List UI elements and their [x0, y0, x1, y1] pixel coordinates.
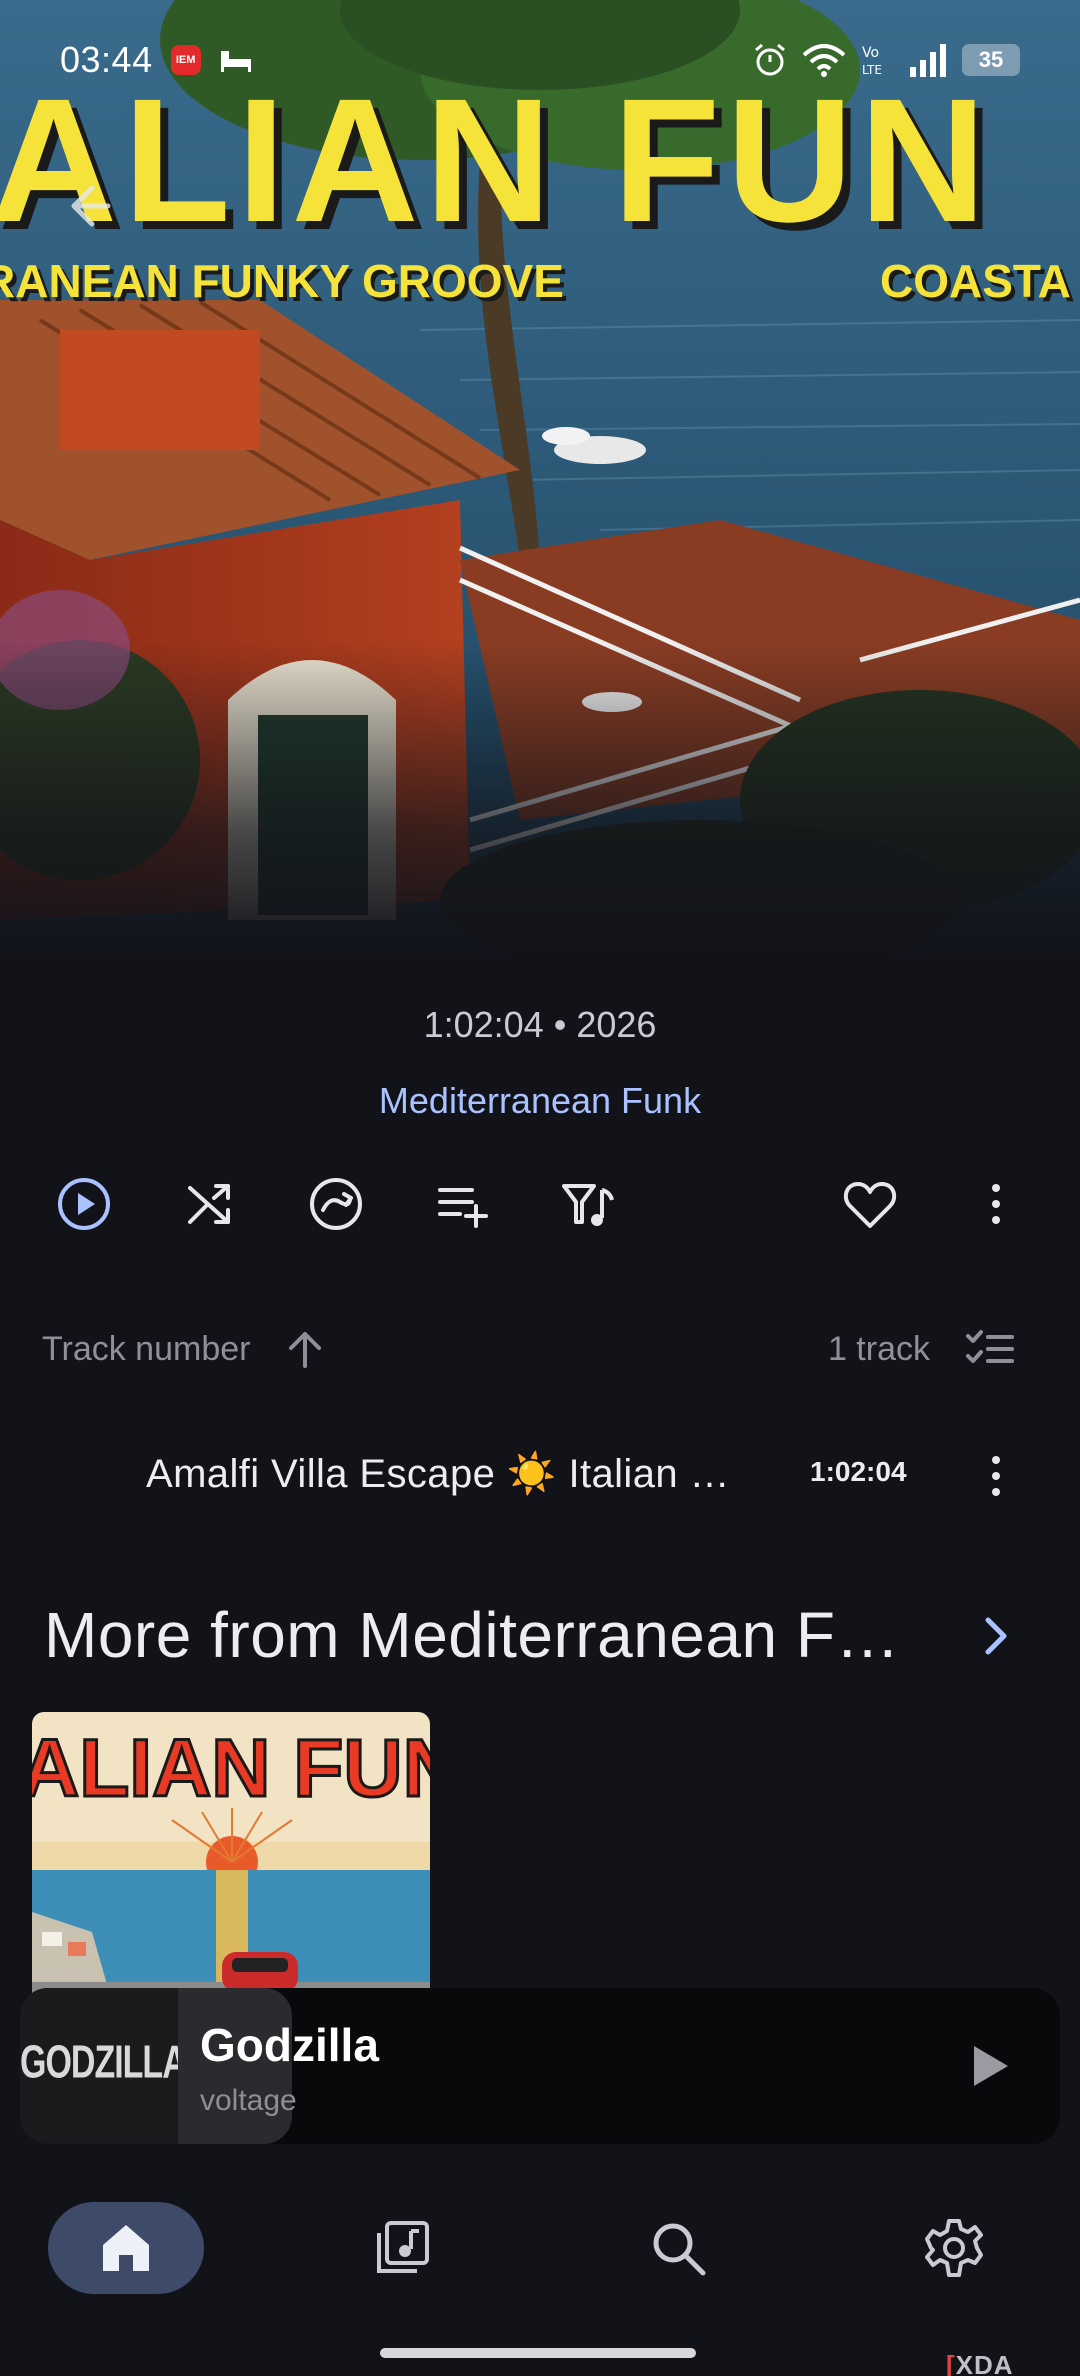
album-card-art-text: ALIAN FUN	[32, 1723, 430, 1814]
chevron-right-icon[interactable]	[970, 1606, 1022, 1666]
album-card-art: ALIAN FUN	[32, 1712, 430, 2002]
mini-player-art-text: GODZILLA	[20, 2037, 178, 2089]
nav-settings[interactable]	[876, 2202, 1032, 2294]
bottom-navigation	[0, 2180, 1080, 2320]
radio-icon	[310, 1178, 362, 1230]
track-duration: 1:02:04	[810, 1456, 907, 1487]
xda-watermark: [XDA	[946, 2350, 1014, 2376]
filter-button[interactable]	[552, 1168, 624, 1240]
search-icon	[653, 2223, 706, 2276]
sort-selector[interactable]: Track number	[42, 1330, 250, 1369]
album-artist-link[interactable]: Mediterranean Funk	[0, 1080, 1080, 1122]
favorite-icon	[843, 1182, 897, 1228]
gesture-home-indicator[interactable]	[380, 2348, 696, 2358]
play-icon	[58, 1178, 110, 1230]
radio-button[interactable]	[300, 1168, 372, 1240]
svg-text:Vo: Vo	[862, 45, 879, 61]
wifi-icon	[802, 44, 846, 77]
more-options-button[interactable]	[960, 1168, 1032, 1240]
back-arrow-icon[interactable]	[64, 176, 124, 236]
home-icon	[103, 2225, 149, 2271]
play-button[interactable]	[48, 1168, 120, 1240]
volte-icon: Vo LTE	[862, 45, 882, 77]
status-time: 03:44	[60, 39, 153, 80]
nav-library[interactable]	[324, 2202, 480, 2294]
mini-player-art: GODZILLA	[20, 1988, 178, 2144]
signal-icon	[910, 44, 946, 77]
hero-art-subtitle-left: RANEAN FUNKY GROOVE	[0, 255, 564, 307]
album-duration-year: 1:02:04 • 2026	[423, 1004, 657, 1045]
mini-player[interactable]: GODZILLA Godzilla voltage	[20, 1988, 1060, 2144]
sort-ascending-icon[interactable]	[282, 1326, 328, 1372]
sleep-icon	[220, 51, 251, 72]
shuffle-button[interactable]	[174, 1168, 246, 1240]
nav-home[interactable]	[48, 2202, 204, 2294]
album-card[interactable]: ALIAN FUN	[32, 1712, 430, 2002]
alarm-icon	[755, 43, 785, 76]
app-screen: ALIAN FUN RANEAN FUNKY GROOVE COASTA 03:…	[0, 0, 1080, 2376]
multi-select-icon[interactable]	[964, 1326, 1016, 1372]
settings-icon	[925, 2219, 983, 2277]
track-count: 1 track	[827, 1330, 930, 1368]
album-hero-art: ALIAN FUN RANEAN FUNKY GROOVE COASTA	[0, 0, 1080, 960]
mini-play-icon[interactable]	[964, 2040, 1016, 2092]
now-playing-artist: voltage	[200, 2084, 297, 2117]
notification-badge: IEM	[170, 45, 201, 75]
filter-icon	[562, 1184, 614, 1226]
nav-search[interactable]	[600, 2202, 756, 2294]
add-to-queue-icon	[438, 1188, 488, 1228]
library-icon	[377, 2221, 429, 2273]
add-to-queue-button[interactable]	[426, 1168, 498, 1240]
track-more-vert-icon[interactable]	[966, 1446, 1026, 1506]
svg-text:LTE: LTE	[862, 63, 882, 77]
shuffle-icon	[188, 1184, 230, 1224]
hero-art-subtitle-right: COASTA	[880, 255, 1071, 307]
battery-indicator: 35	[962, 44, 1020, 76]
track-title: Amalfi Villa Escape ☀️ Italian …	[146, 1452, 730, 1496]
status-bar: 03:44 IEM Vo LTE 35	[0, 0, 1080, 120]
now-playing-title: Godzilla	[200, 2019, 379, 2071]
favorite-button[interactable]	[834, 1168, 906, 1240]
more-vert-icon	[992, 1184, 1000, 1224]
more-from-heading[interactable]: More from Mediterranean F…	[44, 1598, 900, 1672]
hero-fade-overlay	[0, 640, 1080, 960]
track-row[interactable]: Amalfi Villa Escape ☀️ Italian … 1:02:04	[0, 1420, 1080, 1530]
